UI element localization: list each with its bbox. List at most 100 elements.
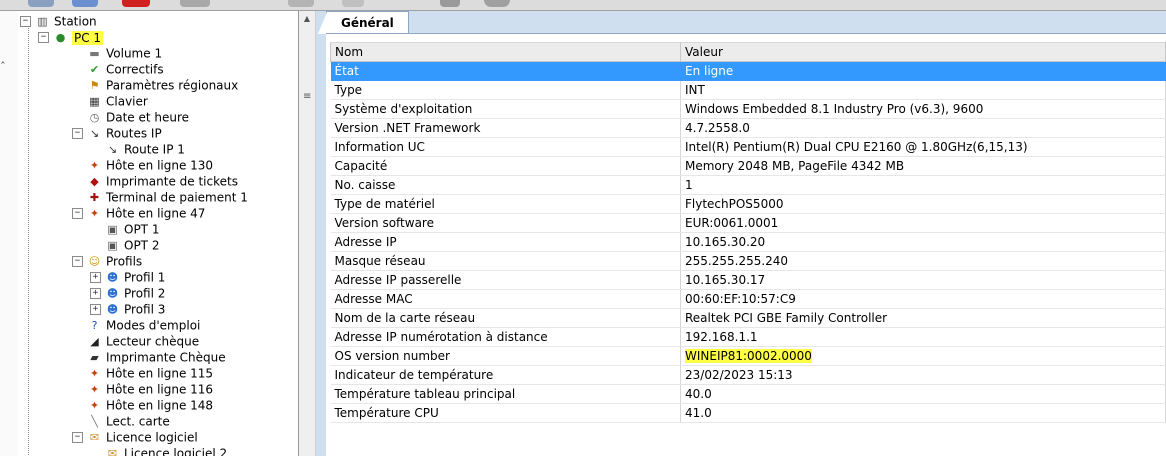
table-row[interactable]: Adresse IP 10.165.30.20 [330,232,1166,252]
collapse-toggle-icon[interactable]: − [72,128,83,139]
tree-item[interactable]: ✦ Hôte en ligne 115 [72,365,213,381]
property-value-text: 00:60:EF:10:57:C9 [685,292,796,306]
property-value: Realtek PCI GBE Family Controller [680,308,1166,328]
property-name: Nom de la carte réseau [330,308,681,328]
column-header-value[interactable]: Valeur [680,42,1166,62]
tree-item[interactable]: − ☺ Profils [72,253,142,269]
tree-item[interactable]: ? Modes d'emploi [72,317,201,333]
property-value-text: En ligne [685,64,734,78]
tree-item[interactable]: − ↘ Routes IP [72,125,162,141]
table-row[interactable]: État En ligne [330,61,1166,81]
table-row[interactable]: Adresse MAC 00:60:EF:10:57:C9 [330,289,1166,309]
table-row[interactable]: Version software EUR:0061.0001 [330,213,1166,233]
toolbar-button[interactable] [440,0,460,7]
tree-item-label: Routes IP [106,126,162,141]
table-row[interactable]: Type INT [330,80,1166,100]
tree-root[interactable]: − ▥ Station [20,13,97,29]
station-tree[interactable]: − ▥ Station − ● PC 1 ▬ Volume 1 ✔ Correctifs ⚑ Para… [18,11,299,456]
property-value: 255.255.255.240 [680,251,1166,271]
tree-item[interactable]: ▬ Volume 1 [72,45,162,61]
tree-item[interactable]: ⚑ Paramètres régionaux [72,77,239,93]
table-row[interactable]: OS version number WINEIP81:0002.0000 [330,346,1166,366]
tree-item[interactable]: ✚ Terminal de paiement 1 [72,189,248,205]
property-value-text: 1 [685,178,693,192]
expand-toggle-icon[interactable]: + [90,272,101,283]
property-value-text: 41.0 [685,406,712,420]
table-row[interactable]: Indicateur de température 23/02/2023 15:1… [330,365,1166,385]
table-row[interactable]: Adresse IP numérotation à distance 192.16… [330,327,1166,347]
tree-item[interactable]: ✔ Correctifs [72,61,164,77]
check-printer-icon: ▰ [90,350,99,364]
toolbar-button[interactable] [342,0,364,7]
table-row[interactable]: Température tableau principal 40.0 [330,384,1166,404]
online-host-icon: ✦ [89,382,100,396]
tree-item-label: Hôte en ligne 115 [106,366,214,381]
tree-item[interactable]: ◢ Lecteur chèque [72,333,199,349]
toolbar-button[interactable] [72,0,98,7]
property-value: 10.165.30.20 [680,232,1166,252]
tree-item[interactable]: + ☻ Profil 1 [90,269,165,285]
tree-item[interactable]: − ● PC 1 [38,29,104,45]
tree-item[interactable]: + ☻ Profil 3 [90,301,165,317]
regional-settings-icon: ⚑ [89,78,100,92]
property-name: Température tableau principal [330,384,681,404]
tree-item[interactable]: ✦ Hôte en ligne 148 [72,397,213,413]
table-row[interactable]: Information UC Intel(R) Pentium(R) Dual C… [330,137,1166,157]
collapse-toggle-icon[interactable]: − [38,32,49,43]
property-value-text: EUR:0061.0001 [685,216,779,230]
tree-item-label: Clavier [106,94,148,109]
tree-item-label: Profil 1 [124,270,166,285]
toolbar-button[interactable] [484,0,510,7]
property-value: En ligne [680,61,1166,81]
table-row[interactable]: Version .NET Framework 4.7.2558.0 [330,118,1166,138]
tree-item[interactable]: ▣ OPT 2 [90,237,159,253]
route-icon: ↘ [107,142,118,156]
toolbar-button[interactable] [28,0,54,7]
tree-item[interactable]: − ✉ Licence logiciel [72,429,198,445]
property-value-text: 255.255.255.240 [685,254,789,268]
table-row[interactable]: No. caisse 1 [330,175,1166,195]
tree-item[interactable]: ◆ Imprimante de tickets [72,173,238,189]
opt-terminal-icon: ▣ [107,222,118,236]
expand-toggle-icon[interactable]: + [90,288,101,299]
property-value-text: Memory 2048 MB, PageFile 4342 MB [685,159,905,173]
collapse-toggle-icon[interactable]: − [72,256,83,267]
column-header-name[interactable]: Nom [330,42,681,62]
tab-general[interactable]: Général [318,11,409,34]
table-row[interactable]: Température CPU 41.0 [330,403,1166,423]
license-icon: ✉ [107,446,118,457]
collapse-toggle-icon[interactable]: − [20,16,31,27]
toolbar-button[interactable] [122,0,150,7]
tree-item[interactable]: ✉ Licence logiciel 2 [90,445,227,457]
tree-item-label: PC 1 [72,30,104,45]
table-row[interactable]: Adresse IP passerelle 10.165.30.17 [330,270,1166,290]
scroll-up-arrow-icon[interactable]: ▲ [300,12,314,26]
tree-item[interactable]: ▦ Clavier [72,93,148,109]
table-row[interactable]: Système d'exploitation Windows Embedded 8… [330,99,1166,119]
tree-item[interactable]: ✦ Hôte en ligne 116 [72,381,213,397]
table-row[interactable]: Masque réseau 255.255.255.240 [330,251,1166,271]
expand-toggle-icon[interactable]: + [90,304,101,315]
tree-item[interactable]: ▣ OPT 1 [90,221,159,237]
check-reader-icon: ◢ [90,334,99,348]
panel-splitter[interactable]: ▲ ≡ [299,11,316,456]
toolbar-button[interactable] [180,0,210,7]
toolbar-button[interactable] [288,0,314,7]
splitter-grip-icon[interactable]: ≡ [303,91,311,102]
tree-item-label: Licence logiciel [106,430,198,445]
collapse-toggle-icon[interactable]: − [72,432,83,443]
property-value: Memory 2048 MB, PageFile 4342 MB [680,156,1166,176]
tree-item[interactable]: ↘ Route IP 1 [90,141,185,157]
collapse-toggle-icon[interactable]: − [72,208,83,219]
tree-item[interactable]: ▰ Imprimante Chèque [72,349,225,365]
tree-item[interactable]: ╲ Lect. carte [72,413,170,429]
table-row[interactable]: Type de matériel FlytechPOS5000 [330,194,1166,214]
property-value-text: 40.0 [685,387,712,401]
tree-item[interactable]: − ✦ Hôte en ligne 47 [72,205,205,221]
tree-item[interactable]: ✦ Hôte en ligne 130 [72,157,213,173]
tree-item[interactable]: + ☻ Profil 2 [90,285,165,301]
tree-item[interactable]: ◷ Date et heure [72,109,189,125]
table-row[interactable]: Nom de la carte réseau Realtek PCI GBE Fa… [330,308,1166,328]
toolbar-strip [0,0,1166,11]
table-row[interactable]: Capacité Memory 2048 MB, PageFile 4342 MB [330,156,1166,176]
